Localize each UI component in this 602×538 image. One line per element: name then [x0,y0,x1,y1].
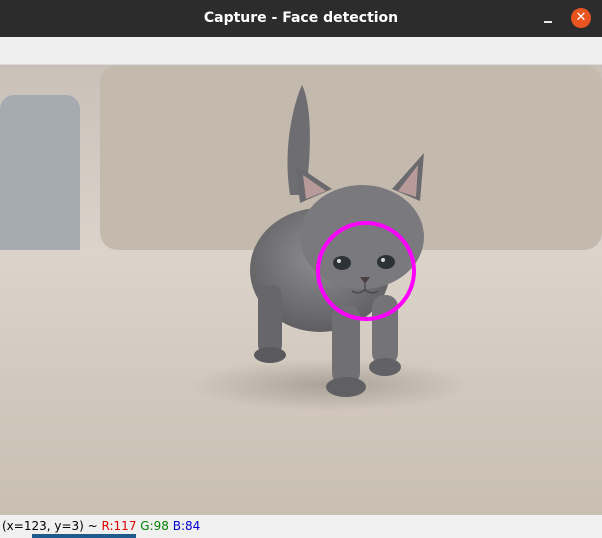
image-canvas[interactable] [0,65,602,515]
blue-value: B:84 [172,519,201,533]
app-window: Capture - Face detection ✕ (x=123, y=3) … [0,0,602,538]
status-accent-strip [32,534,136,538]
minimize-button[interactable] [538,9,558,29]
green-value: G:98 [140,519,169,533]
close-button[interactable]: ✕ [571,8,591,28]
title-bar[interactable]: Capture - Face detection ✕ [0,0,602,37]
toolbar [0,37,602,65]
close-icon: ✕ [575,10,587,25]
camera-frame [0,65,602,515]
window-title: Capture - Face detection [203,10,399,26]
red-value: R:117 [101,519,137,533]
cursor-coordinates: (x=123, y=3) ~ [2,519,102,533]
